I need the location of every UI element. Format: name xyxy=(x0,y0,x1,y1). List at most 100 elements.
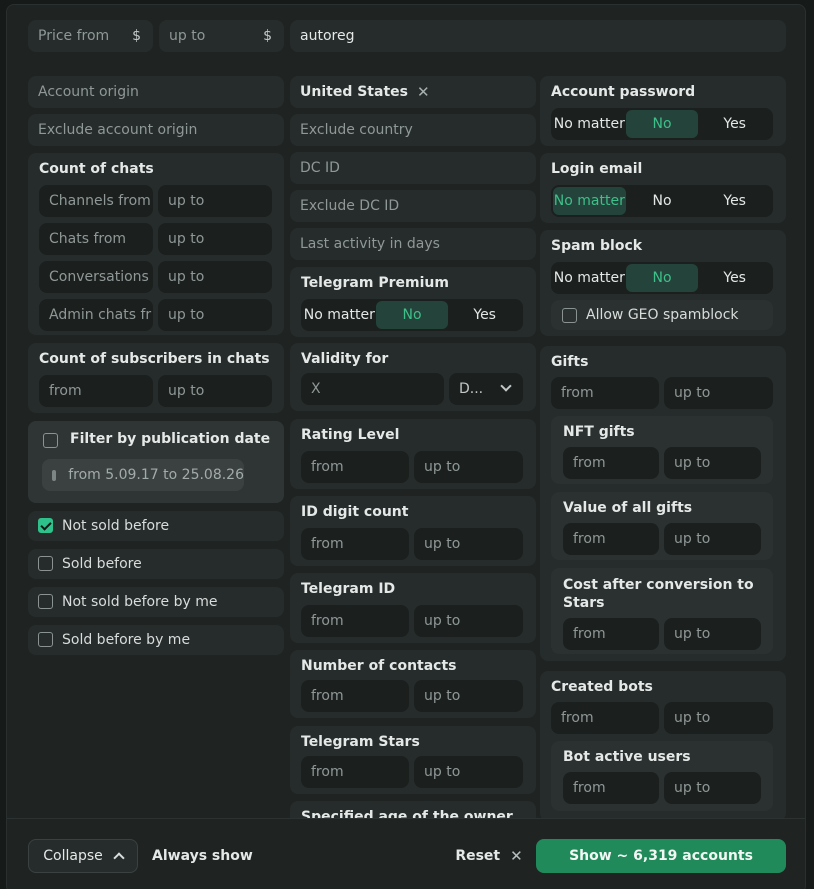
close-icon: ✕ xyxy=(510,847,523,865)
login-email-card: Login email No matter No Yes xyxy=(540,153,786,223)
chats-to-input[interactable]: up to xyxy=(158,223,272,255)
option-yes[interactable]: Yes xyxy=(698,110,771,138)
check-not-sold-before-by-me[interactable]: Not sold before by me xyxy=(28,587,284,617)
placeholder: up to xyxy=(168,383,205,399)
last-activity-input[interactable]: Last activity in days xyxy=(290,228,536,260)
telegram-id-to-input[interactable]: up to xyxy=(414,605,523,637)
value-from-input[interactable]: from xyxy=(563,523,659,555)
telegram-stars-title: Telegram Stars xyxy=(301,734,420,750)
admin-chats-to-input[interactable]: up to xyxy=(158,299,272,331)
placeholder: up to xyxy=(674,710,711,726)
dc-id-select[interactable]: DC ID xyxy=(290,152,536,184)
nft-from-input[interactable]: from xyxy=(563,447,659,479)
check-label: Sold before by me xyxy=(62,632,191,648)
check-not-sold-before[interactable]: Not sold before xyxy=(28,511,284,541)
stars-from-input[interactable]: from xyxy=(301,756,409,788)
show-accounts-label: Show ~ 6,319 accounts xyxy=(569,848,753,864)
option-no[interactable]: No xyxy=(626,187,699,215)
placeholder: from xyxy=(311,459,344,475)
reset-button[interactable]: Reset ✕ xyxy=(455,839,523,873)
reset-label: Reset xyxy=(455,848,501,864)
placeholder: from xyxy=(573,626,606,642)
bot-users-from-input[interactable]: from xyxy=(563,772,659,804)
close-icon[interactable]: ✕ xyxy=(417,83,430,101)
option-yes[interactable]: Yes xyxy=(698,187,771,215)
contacts-card: Number of contacts from up to xyxy=(290,650,536,718)
country-tag: United States xyxy=(300,84,408,100)
option-yes[interactable]: Yes xyxy=(448,301,521,329)
option-no[interactable]: No xyxy=(625,110,699,138)
value-of-gifts-title: Value of all gifts xyxy=(563,500,693,516)
conversations-to-input[interactable]: up to xyxy=(158,261,272,293)
placeholder: up to xyxy=(168,307,205,323)
placeholder: DC ID xyxy=(300,160,340,176)
telegram-id-from-input[interactable]: from xyxy=(301,605,409,637)
checkbox-icon xyxy=(38,556,53,571)
channels-from-input[interactable]: Channels from xyxy=(39,185,153,217)
bots-to-input[interactable]: up to xyxy=(664,702,773,734)
contacts-title: Number of contacts xyxy=(301,658,457,674)
contacts-from-input[interactable]: from xyxy=(301,680,409,712)
channels-to-input[interactable]: up to xyxy=(158,185,272,217)
bot-users-to-input[interactable]: up to xyxy=(664,772,761,804)
created-bots-card: Created bots from up to Bot active users… xyxy=(540,671,786,821)
check-sold-before-by-me[interactable]: Sold before by me xyxy=(28,625,284,655)
id-digit-to-input[interactable]: up to xyxy=(414,528,523,560)
placeholder: up to xyxy=(424,536,461,552)
stars-to-input[interactable]: up to xyxy=(414,756,523,788)
option-no[interactable]: No xyxy=(625,264,699,292)
value-to-input[interactable]: up to xyxy=(664,523,761,555)
check-sold-before[interactable]: Sold before xyxy=(28,549,284,579)
conversations-from-input[interactable]: Conversations xyxy=(39,261,153,293)
always-show-toggle[interactable]: Always show xyxy=(152,848,253,864)
validity-unit-select[interactable]: D... xyxy=(449,373,523,405)
option-yes[interactable]: Yes xyxy=(698,264,771,292)
placeholder: from xyxy=(561,385,594,401)
contacts-to-input[interactable]: up to xyxy=(414,680,523,712)
option-no-matter[interactable]: No matter xyxy=(553,110,626,138)
option-no-matter[interactable]: No matter xyxy=(553,264,626,292)
login-email-toggle: No matter No Yes xyxy=(551,185,773,217)
validity-input[interactable]: X xyxy=(301,373,444,405)
publication-date-card: Filter by publication date from 5.09.17 … xyxy=(28,421,284,503)
account-origin-select[interactable]: Account origin xyxy=(28,76,284,108)
rating-to-input[interactable]: up to xyxy=(414,451,523,483)
count-of-chats-title: Count of chats xyxy=(39,161,154,177)
spam-block-toggle: No matter No Yes xyxy=(551,262,773,294)
price-to-input[interactable]: up to $ xyxy=(159,20,284,52)
subscribers-to-input[interactable]: up to xyxy=(158,375,272,407)
currency-icon: $ xyxy=(132,28,141,44)
option-no[interactable]: No xyxy=(375,301,449,329)
date-range-input[interactable]: from 5.09.17 to 25.08.26 xyxy=(42,459,244,491)
cost-from-input[interactable]: from xyxy=(563,618,659,650)
exclude-dc-id-select[interactable]: Exclude DC ID xyxy=(290,190,536,222)
check-icon xyxy=(38,518,53,533)
admin-chats-from-input[interactable]: Admin chats fr xyxy=(39,299,153,331)
gifts-to-input[interactable]: up to xyxy=(664,377,773,409)
publication-date-title: Filter by publication date xyxy=(70,431,271,447)
rating-from-input[interactable]: from xyxy=(301,451,409,483)
option-no-matter[interactable]: No matter xyxy=(303,301,376,329)
value-of-gifts-card: Value of all gifts from up to xyxy=(551,492,773,560)
bots-from-input[interactable]: from xyxy=(551,702,659,734)
nft-to-input[interactable]: up to xyxy=(664,447,761,479)
exclude-country-select[interactable]: Exclude country xyxy=(290,114,536,146)
gifts-from-input[interactable]: from xyxy=(551,377,659,409)
date-range-value: from 5.09.17 to 25.08.26 xyxy=(68,467,244,483)
exclude-account-origin-select[interactable]: Exclude account origin xyxy=(28,114,284,146)
id-digit-title: ID digit count xyxy=(301,504,409,520)
price-from-input[interactable]: Price from $ xyxy=(28,20,153,52)
subscribers-from-input[interactable]: from xyxy=(39,375,153,407)
placeholder: from xyxy=(561,710,594,726)
geo-spamblock-option[interactable]: Allow GEO spamblock xyxy=(551,300,773,330)
cost-to-input[interactable]: up to xyxy=(664,618,761,650)
option-no-matter[interactable]: No matter xyxy=(553,187,626,215)
placeholder: up to xyxy=(674,385,711,401)
show-accounts-button[interactable]: Show ~ 6,319 accounts xyxy=(536,839,786,873)
country-select[interactable]: United States ✕ xyxy=(290,76,536,108)
chats-from-input[interactable]: Chats from xyxy=(39,223,153,255)
publication-date-checkbox[interactable] xyxy=(43,433,58,448)
origin-input[interactable]: autoreg xyxy=(290,20,786,52)
id-digit-from-input[interactable]: from xyxy=(301,528,409,560)
collapse-button[interactable]: Collapse xyxy=(28,839,138,873)
